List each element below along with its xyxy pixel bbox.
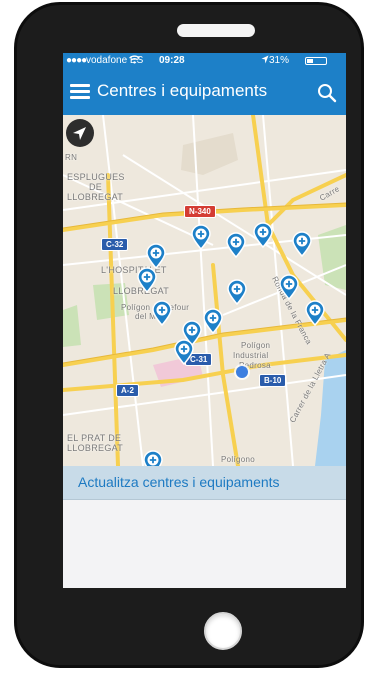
map-pin-icon[interactable]	[174, 339, 194, 365]
battery-icon	[305, 57, 327, 65]
location-arrow-icon	[261, 55, 269, 66]
road-shield: C-32	[101, 238, 129, 251]
map-pin-icon[interactable]	[305, 300, 325, 326]
list-empty-area	[63, 500, 346, 588]
hamburger-menu-icon[interactable]	[70, 84, 90, 100]
map-label: RN	[65, 153, 78, 162]
navigation-bar: Centres i equipaments	[63, 69, 346, 115]
page-title: Centres i equipaments	[97, 81, 268, 100]
road-shield: A-2	[116, 384, 139, 397]
phone-speaker	[177, 24, 255, 37]
map-label: DE	[89, 182, 103, 192]
map-pin-icon[interactable]	[137, 267, 157, 293]
road-shield: B-10	[259, 374, 287, 387]
map-label: Industrial	[233, 351, 269, 360]
app-screen: ●●●● vodafone ES 09:28 31% Centres i equ…	[63, 53, 346, 588]
map-base-layer	[63, 115, 346, 466]
locate-me-button[interactable]	[66, 119, 94, 147]
signal-strength-icon: ●●●●	[66, 55, 87, 66]
map-pin-icon[interactable]	[152, 300, 172, 326]
map-label: Polígon	[241, 341, 271, 350]
map-label: LLOBREGAT	[67, 192, 124, 202]
map-pin-icon[interactable]	[203, 308, 223, 334]
current-location-dot	[234, 364, 250, 380]
location-arrow-icon	[73, 127, 86, 140]
map-label: ESPLUGUES	[67, 172, 125, 182]
map-pin-icon[interactable]	[227, 279, 247, 305]
map-label: LLOBREGAT	[67, 443, 124, 453]
map-pin-icon[interactable]	[191, 224, 211, 250]
map-pin-icon[interactable]	[292, 231, 312, 257]
map-label: Polígono	[221, 455, 255, 464]
map-pin-icon[interactable]	[146, 243, 166, 269]
map-pin-icon[interactable]	[253, 222, 273, 248]
search-icon[interactable]	[316, 82, 338, 104]
map-pin-icon[interactable]	[226, 232, 246, 258]
map-pin-icon[interactable]	[143, 450, 163, 466]
map-label: EL PRAT DE	[67, 433, 122, 443]
status-bar: ●●●● vodafone ES 09:28 31%	[63, 53, 346, 69]
battery-percentage: 31%	[269, 55, 290, 66]
map-pin-icon[interactable]	[279, 274, 299, 300]
map-view[interactable]: RN ESPLUGUES DE LLOBREGAT L'HOSPITALET L…	[63, 115, 346, 466]
home-button[interactable]	[204, 612, 242, 650]
update-centres-button[interactable]: Actualitza centres i equipaments	[63, 466, 346, 500]
road-shield: N-340	[184, 205, 216, 218]
status-time: 09:28	[159, 55, 185, 66]
wifi-icon	[129, 55, 140, 66]
